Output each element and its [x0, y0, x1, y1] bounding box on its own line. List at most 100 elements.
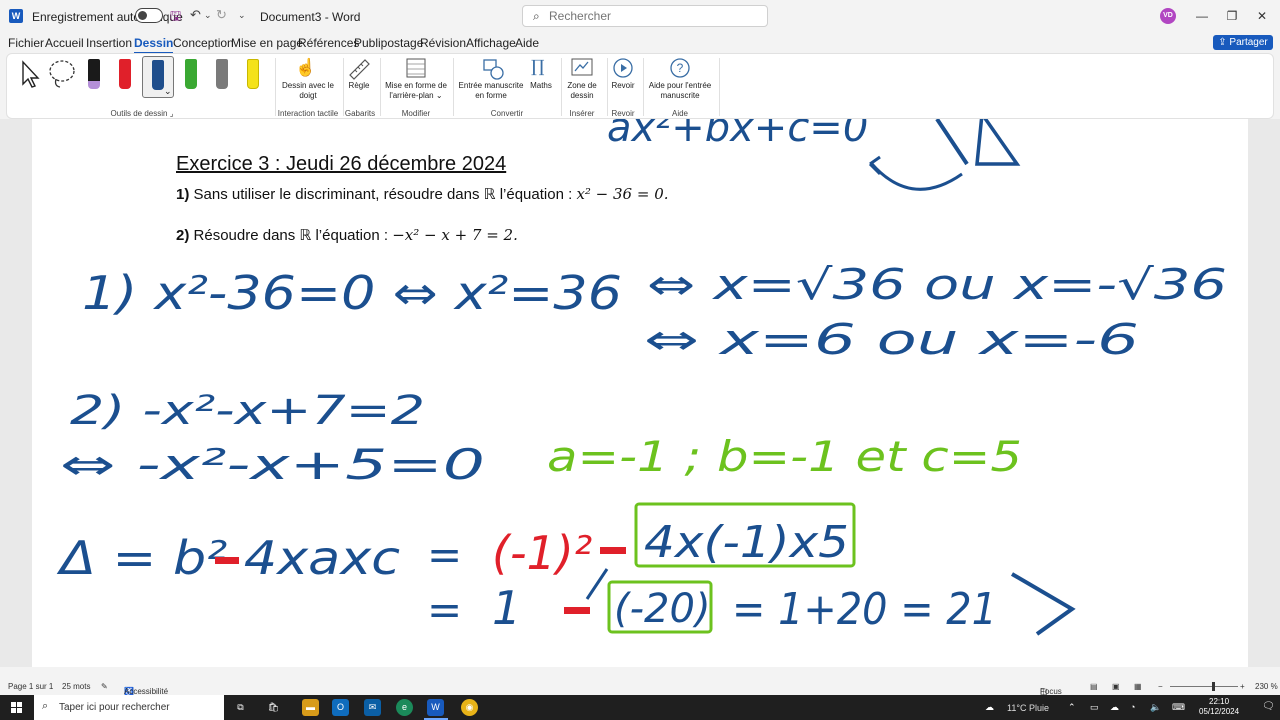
- ink-red-minus: [215, 557, 239, 564]
- web-layout-icon[interactable]: ▦: [1134, 682, 1142, 691]
- ink-stroke: [935, 119, 969, 166]
- undo-dropdown-icon[interactable]: ⌄: [204, 10, 212, 21]
- minimize-icon[interactable]: —: [1192, 6, 1212, 26]
- ink-red-minus: [564, 607, 590, 614]
- edge-icon[interactable]: e: [396, 699, 413, 716]
- share-label: Partager: [1229, 37, 1268, 48]
- restore-icon[interactable]: ❐: [1222, 6, 1242, 26]
- tab-publipostage[interactable]: Publipostage: [354, 36, 423, 50]
- pen-options-chevron-icon[interactable]: ⌄: [164, 86, 172, 97]
- task-view-icon[interactable]: ⧉: [232, 699, 249, 716]
- ribbon-tabs: Fichier Accueil Insertion Dessin Concept…: [0, 32, 1280, 54]
- svg-text:?: ?: [677, 61, 684, 75]
- background-format-icon[interactable]: [405, 57, 427, 79]
- ribbon-separator: [607, 58, 608, 116]
- group-label-insert: Insérer: [569, 109, 595, 118]
- share-button[interactable]: ⇪ Partager: [1213, 35, 1273, 50]
- volume-icon[interactable]: 🔈: [1150, 702, 1161, 713]
- weather-icon[interactable]: ☁: [985, 702, 994, 713]
- drawing-canvas-icon[interactable]: [570, 57, 594, 79]
- proofing-icon[interactable]: ✎: [101, 682, 108, 691]
- select-cursor-icon[interactable]: [19, 60, 41, 90]
- search-icon: ⌕: [533, 9, 540, 23]
- mail-icon[interactable]: ✉: [364, 699, 381, 716]
- pen-blue-selected[interactable]: ⌄: [142, 56, 174, 98]
- tab-references[interactable]: Références: [298, 36, 359, 50]
- customize-qa-icon[interactable]: ⌄: [238, 10, 246, 21]
- pen-red-icon[interactable]: [119, 59, 131, 89]
- autosave-toggle[interactable]: [135, 8, 163, 23]
- pencil-gray-icon[interactable]: [216, 59, 228, 89]
- tab-dessin[interactable]: Dessin: [134, 36, 174, 54]
- taskbar-search[interactable]: ⌕ Taper ici pour rechercher: [34, 695, 224, 720]
- finger-draw-button[interactable]: Dessin avec le doigt: [280, 81, 336, 101]
- word-taskbar-icon[interactable]: W: [427, 699, 444, 716]
- tab-aide[interactable]: Aide: [515, 36, 539, 50]
- language-icon[interactable]: ⌨: [1172, 702, 1185, 713]
- zoom-in-icon[interactable]: +: [1240, 682, 1245, 691]
- ruler-button[interactable]: Règle: [343, 81, 375, 91]
- math-button[interactable]: Maths: [527, 81, 555, 91]
- zoom-out-icon[interactable]: −: [1158, 682, 1163, 691]
- ruler-icon[interactable]: [347, 57, 371, 81]
- undo-icon[interactable]: ↶: [190, 7, 201, 23]
- outlook-icon[interactable]: O: [332, 699, 349, 716]
- windows-store-icon[interactable]: 🛍: [265, 699, 282, 716]
- chrome-icon[interactable]: ◉: [461, 699, 478, 716]
- ink-to-shape-icon[interactable]: [481, 57, 505, 81]
- document-page[interactable]: Exercice 3 : Jeudi 26 décembre 2024 1) S…: [32, 119, 1248, 667]
- zoom-level[interactable]: 230 %: [1255, 682, 1278, 691]
- ribbon-separator: [643, 58, 644, 116]
- search-box[interactable]: ⌕: [522, 5, 768, 27]
- highlighter-yellow-icon[interactable]: [247, 59, 259, 89]
- tab-affichage[interactable]: Affichage: [466, 36, 516, 50]
- ink-minus-20: (-20): [614, 586, 711, 632]
- windows-start-icon[interactable]: [11, 702, 22, 713]
- ink-one: 1: [492, 581, 521, 635]
- ink-to-shape-button[interactable]: Entrée manuscrite en forme: [456, 81, 526, 101]
- zoom-slider[interactable]: [1170, 686, 1238, 687]
- background-format-button[interactable]: Mise en forme de l'arrière-plan ⌄: [383, 81, 449, 101]
- close-icon[interactable]: ✕: [1252, 6, 1272, 26]
- ink-line-1-right: ⇔ x=√36 ou x=-√36: [647, 260, 1227, 309]
- word-logo-icon: W: [9, 9, 23, 23]
- replay-button[interactable]: Revoir: [609, 81, 637, 91]
- tab-conception[interactable]: Conception: [173, 36, 234, 50]
- share-icon: ⇪: [1218, 37, 1230, 48]
- file-explorer-icon[interactable]: ▬: [302, 699, 319, 716]
- avatar[interactable]: VD: [1160, 8, 1176, 24]
- lasso-icon[interactable]: [47, 58, 77, 90]
- tab-revision[interactable]: Révision: [420, 36, 466, 50]
- redo-icon[interactable]: ↻: [216, 7, 227, 23]
- taskbar-search-placeholder: Taper ici pour rechercher: [59, 702, 170, 713]
- search-input[interactable]: [549, 8, 759, 24]
- ink-line-2: ⇔ x=6 ou x=-6: [644, 315, 1139, 364]
- pen-green-icon[interactable]: [185, 59, 197, 89]
- finger-draw-icon[interactable]: ☝: [295, 58, 316, 78]
- weather-text[interactable]: 11°C Pluie: [1007, 703, 1049, 713]
- tab-mise-en-page[interactable]: Mise en page: [231, 36, 303, 50]
- math-pi-icon[interactable]: ∏: [531, 57, 545, 77]
- replay-icon[interactable]: [612, 57, 634, 79]
- tab-fichier[interactable]: Fichier: [8, 36, 44, 50]
- zoom-slider-thumb[interactable]: [1212, 682, 1215, 691]
- show-hidden-icons-icon[interactable]: ⌃: [1068, 702, 1076, 713]
- word-count[interactable]: 25 mots: [62, 682, 90, 691]
- tab-insertion[interactable]: Insertion: [86, 36, 132, 50]
- ink-greater-than: [1010, 572, 1076, 636]
- drawing-canvas-button[interactable]: Zone de dessin: [563, 81, 601, 101]
- tab-accueil[interactable]: Accueil: [45, 36, 84, 50]
- ink-help-button[interactable]: Aide pour l'entrée manuscrite: [645, 81, 715, 101]
- help-icon[interactable]: ?: [669, 57, 691, 79]
- notifications-icon[interactable]: 🗨: [1262, 701, 1275, 712]
- read-mode-icon[interactable]: ▤: [1090, 682, 1098, 691]
- page-count[interactable]: Page 1 sur 1: [8, 682, 53, 691]
- clock[interactable]: 22:10 05/12/2024: [1199, 697, 1239, 717]
- ink-red-square: (-1)²: [492, 526, 592, 580]
- pen-black-icon[interactable]: [88, 59, 100, 89]
- network-icon[interactable]: ▭: [1090, 702, 1099, 713]
- onedrive-icon[interactable]: ☁: [1110, 702, 1119, 713]
- print-layout-icon[interactable]: ▣: [1112, 682, 1120, 691]
- wifi-icon[interactable]: ◔: [1130, 702, 1135, 712]
- save-icon[interactable]: 🖫: [170, 7, 181, 29]
